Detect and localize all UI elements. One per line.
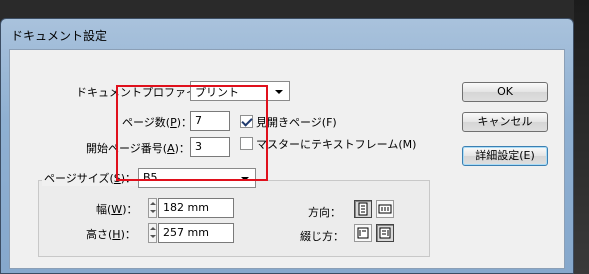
left-binding-icon[interactable] — [354, 224, 372, 242]
more-options-button[interactable]: 詳細設定(E) — [462, 146, 548, 166]
binding-label: 綴じ方： — [300, 230, 344, 243]
height-label: 高さ(H)： — [86, 228, 136, 241]
width-input[interactable]: 182 mm — [158, 198, 234, 218]
master-text-frame-label: マスターにテキストフレーム(M) — [256, 138, 417, 151]
height-input[interactable]: 257 mm — [158, 223, 234, 243]
document-setup-dialog: ドキュメント設定 ドキュメントプロファイル： プリント ページ数(P)： 7 開… — [0, 18, 574, 274]
ok-button[interactable]: OK — [462, 82, 548, 102]
height-stepper[interactable] — [148, 223, 157, 243]
width-stepper[interactable] — [148, 198, 157, 218]
orientation-label: 方向： — [308, 206, 341, 219]
page-size-group — [38, 180, 430, 257]
landscape-orientation-icon[interactable] — [376, 200, 394, 218]
dialog-body: ドキュメントプロファイル： プリント ページ数(P)： 7 開始ページ番号(A)… — [9, 49, 565, 269]
desktop-background — [574, 0, 589, 274]
portrait-orientation-icon[interactable] — [354, 200, 372, 218]
facing-pages-label: 見開きページ(F) — [256, 116, 337, 129]
highlight-annotation-box — [116, 85, 268, 181]
dialog-title: ドキュメント設定 — [11, 29, 108, 43]
cancel-button[interactable]: キャンセル — [462, 112, 548, 132]
width-label: 幅(W)： — [96, 203, 138, 216]
right-binding-icon[interactable] — [376, 224, 394, 242]
chevron-down-icon — [275, 90, 283, 94]
